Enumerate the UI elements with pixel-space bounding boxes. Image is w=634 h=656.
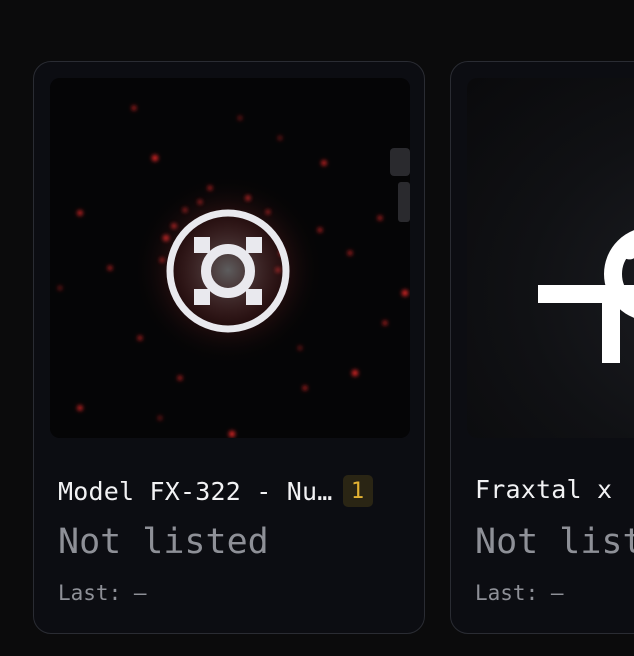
nft-card[interactable]: Fraxtal x Not list Last: —: [450, 61, 634, 634]
nft-image[interactable]: [50, 78, 410, 438]
frax-symbol-icon: [50, 78, 410, 438]
nft-title[interactable]: Fraxtal x: [475, 475, 612, 504]
listing-status: Not list: [475, 522, 634, 562]
edition-count-badge: 1: [342, 475, 373, 507]
nft-grid: Model FX-322 - Nu… 1 Not listed Last: —: [0, 0, 634, 656]
fraxtal-logo-icon: [538, 226, 634, 363]
last-sale-value: —: [550, 581, 564, 605]
listing-status: Not listed: [58, 522, 269, 562]
last-sale-label: Last:: [58, 581, 122, 605]
last-sale-label: Last:: [475, 581, 539, 605]
nft-image[interactable]: [467, 78, 634, 438]
last-sale: Last: —: [475, 581, 564, 605]
nft-card[interactable]: Model FX-322 - Nu… 1 Not listed Last: —: [33, 61, 425, 634]
last-sale: Last: —: [58, 581, 147, 605]
last-sale-value: —: [133, 581, 147, 605]
nft-title[interactable]: Model FX-322 - Nu…: [58, 477, 333, 506]
